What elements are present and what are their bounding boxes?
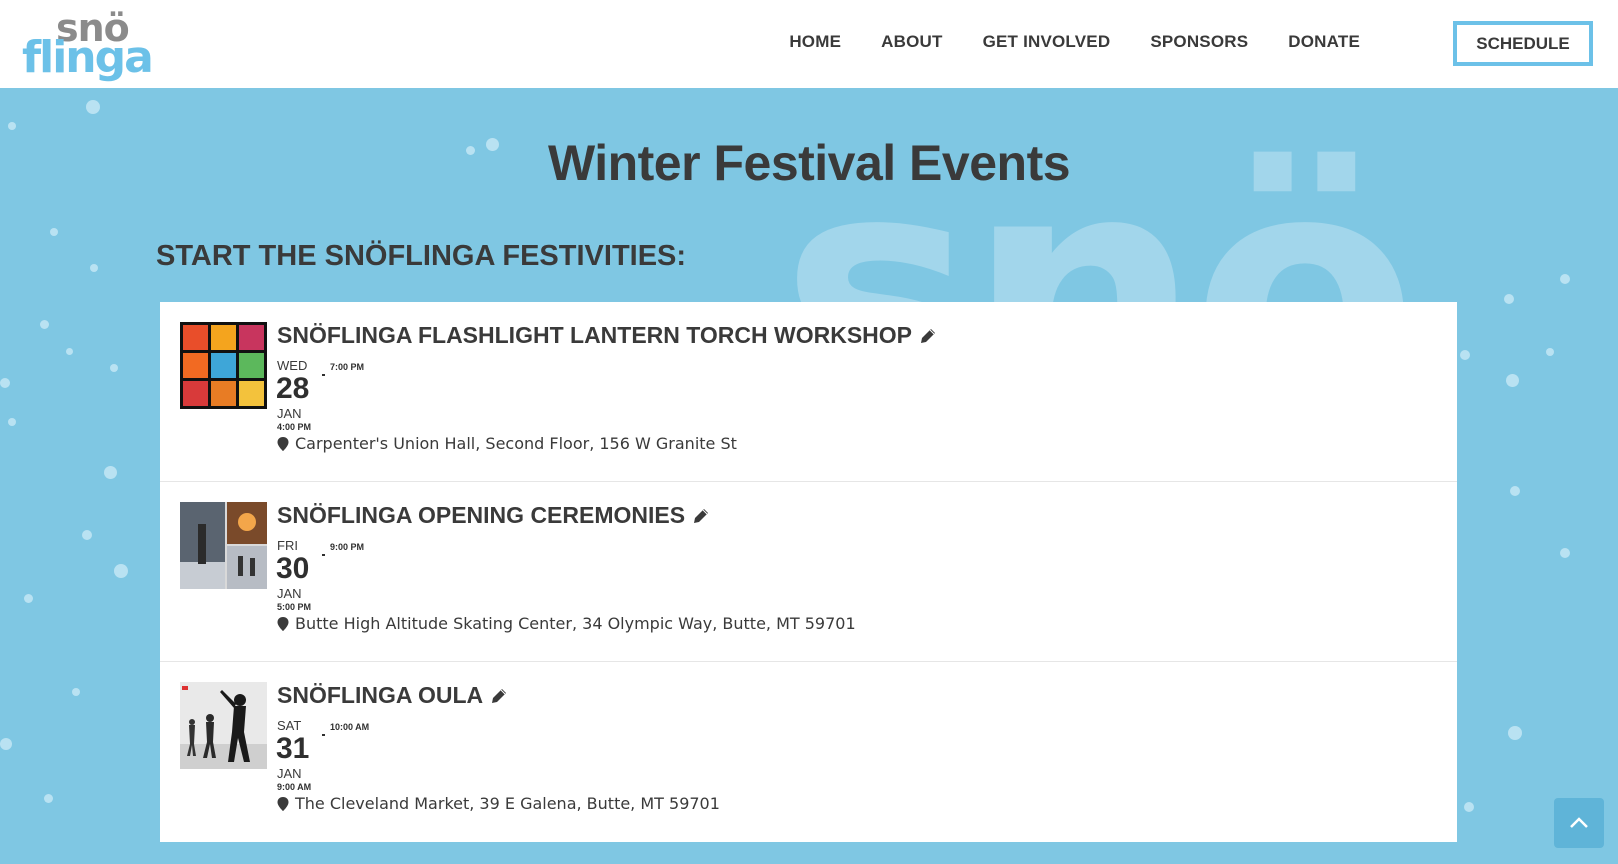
map-pin-icon (277, 436, 289, 451)
nav-get-involved[interactable]: GET INVOLVED (983, 32, 1111, 52)
pencil-icon[interactable] (691, 506, 711, 526)
schedule-button[interactable]: SCHEDULE (1453, 21, 1593, 66)
event-title[interactable]: SNÖFLINGA OPENING CEREMONIES (277, 502, 711, 529)
event-title[interactable]: SNÖFLINGA OULA (277, 682, 509, 709)
event-thumbnail-lanterns[interactable] (180, 322, 267, 409)
event-month: JAN (277, 406, 302, 421)
event-thumbnail-skating[interactable] (180, 502, 267, 589)
event-start-time: 4:00 PM (277, 422, 312, 432)
snow-dot (1504, 294, 1514, 304)
event-day: 31 (276, 732, 310, 765)
snow-dot (1464, 802, 1474, 812)
snow-dot (0, 378, 10, 388)
snow-dot (40, 320, 49, 329)
page-title: Winter Festival Events (547, 135, 1071, 191)
snow-dot (8, 122, 16, 130)
snow-dot (1560, 548, 1570, 558)
event-start-time: 5:00 PM (277, 602, 312, 612)
events-list: SNÖFLINGA FLASHLIGHT LANTERN TORCH WORKS… (160, 302, 1457, 842)
snow-dot (1506, 374, 1519, 387)
event-weekday: WED (277, 358, 308, 373)
snow-dot (0, 738, 12, 750)
map-pin-icon (277, 796, 289, 811)
event-location-text: The Cleveland Market, 39 E Galena, Butte… (295, 794, 720, 813)
time-separator (322, 734, 325, 736)
snow-dot (1460, 350, 1470, 360)
snow-dot (86, 100, 100, 114)
event-start-time: 9:00 AM (277, 782, 312, 792)
event-location: Carpenter's Union Hall, Second Floor, 15… (277, 434, 737, 453)
snow-dot (72, 688, 80, 696)
event-end-time: 10:00 AM (330, 722, 370, 732)
pencil-icon[interactable] (918, 326, 938, 346)
nav-donate[interactable]: DONATE (1288, 32, 1360, 52)
snow-dot (90, 264, 98, 272)
snow-dot (1546, 348, 1554, 356)
snow-dot (50, 228, 58, 236)
event-title-text[interactable]: SNÖFLINGA OULA (277, 682, 483, 709)
map-pin-icon (277, 616, 289, 631)
event-end-time: 9:00 PM (330, 542, 365, 552)
snow-dot (24, 594, 33, 603)
event-location: The Cleveland Market, 39 E Galena, Butte… (277, 794, 720, 813)
snow-dot (8, 418, 16, 426)
snow-dot (44, 794, 53, 803)
site-logo[interactable]: snö flinga (22, 6, 154, 83)
event-location-text: Butte High Altitude Skating Center, 34 O… (295, 614, 856, 633)
snow-dot (82, 530, 92, 540)
chevron-up-icon (1570, 817, 1588, 828)
event-day: 28 (276, 372, 310, 405)
snow-dot (1510, 486, 1520, 496)
scroll-to-top-button[interactable] (1554, 798, 1604, 848)
snow-dot (114, 564, 128, 578)
time-separator (322, 554, 325, 556)
event-month: JAN (277, 586, 302, 601)
event-weekday: FRI (277, 538, 298, 553)
event-thumbnail-dance[interactable] (180, 682, 267, 769)
site-header: snö flinga HOME ABOUT GET INVOLVED SPONS… (0, 0, 1618, 88)
event-location: Butte High Altitude Skating Center, 34 O… (277, 614, 856, 633)
event-title-text[interactable]: SNÖFLINGA OPENING CEREMONIES (277, 502, 685, 529)
time-separator (322, 374, 325, 376)
event-end-time: 7:00 PM (330, 362, 365, 372)
pencil-icon[interactable] (489, 686, 509, 706)
event-item[interactable]: SNÖFLINGA OULA SAT 31 JAN 9:00 AM 10:00 … (160, 662, 1457, 842)
event-title-text[interactable]: SNÖFLINGA FLASHLIGHT LANTERN TORCH WORKS… (277, 322, 912, 349)
main-nav: HOME ABOUT GET INVOLVED SPONSORS DONATE (789, 32, 1360, 52)
snow-dot (104, 466, 117, 479)
nav-home[interactable]: HOME (789, 32, 841, 52)
snow-dot (1560, 274, 1570, 284)
event-location-text: Carpenter's Union Hall, Second Floor, 15… (295, 434, 737, 453)
event-day: 30 (276, 552, 310, 585)
snow-dot (110, 364, 118, 372)
snow-dot (66, 348, 73, 355)
nav-about[interactable]: ABOUT (881, 32, 942, 52)
event-item[interactable]: SNÖFLINGA OPENING CEREMONIES FRI 30 JAN … (160, 482, 1457, 662)
logo-text-bottom: flinga (22, 32, 154, 83)
nav-sponsors[interactable]: SPONSORS (1150, 32, 1248, 52)
event-weekday: SAT (277, 718, 302, 733)
event-month: JAN (277, 766, 302, 781)
section-heading: START THE SNÖFLINGA FESTIVITIES: (156, 240, 687, 272)
event-item[interactable]: SNÖFLINGA FLASHLIGHT LANTERN TORCH WORKS… (160, 302, 1457, 482)
event-title[interactable]: SNÖFLINGA FLASHLIGHT LANTERN TORCH WORKS… (277, 322, 938, 349)
snow-dot (1508, 726, 1522, 740)
